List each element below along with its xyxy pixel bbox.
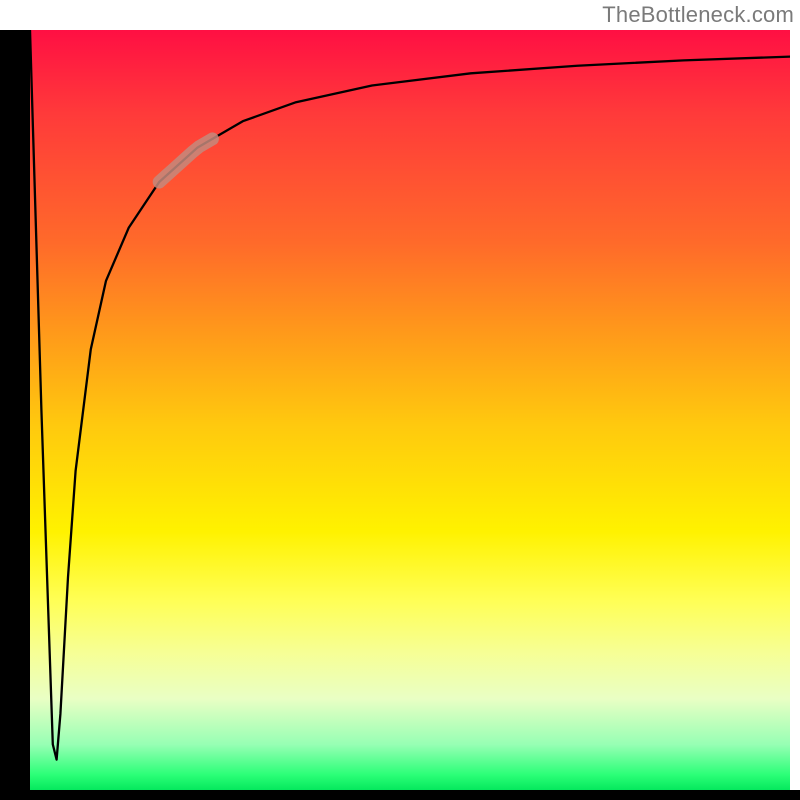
highlight-segment [159, 139, 212, 182]
y-axis [0, 30, 30, 790]
x-axis [0, 790, 800, 800]
plot-area [30, 30, 790, 790]
curve-overlay [30, 30, 790, 790]
chart-canvas: TheBottleneck.com [0, 0, 800, 800]
bottleneck-curve [30, 30, 790, 760]
watermark-text: TheBottleneck.com [602, 2, 794, 28]
